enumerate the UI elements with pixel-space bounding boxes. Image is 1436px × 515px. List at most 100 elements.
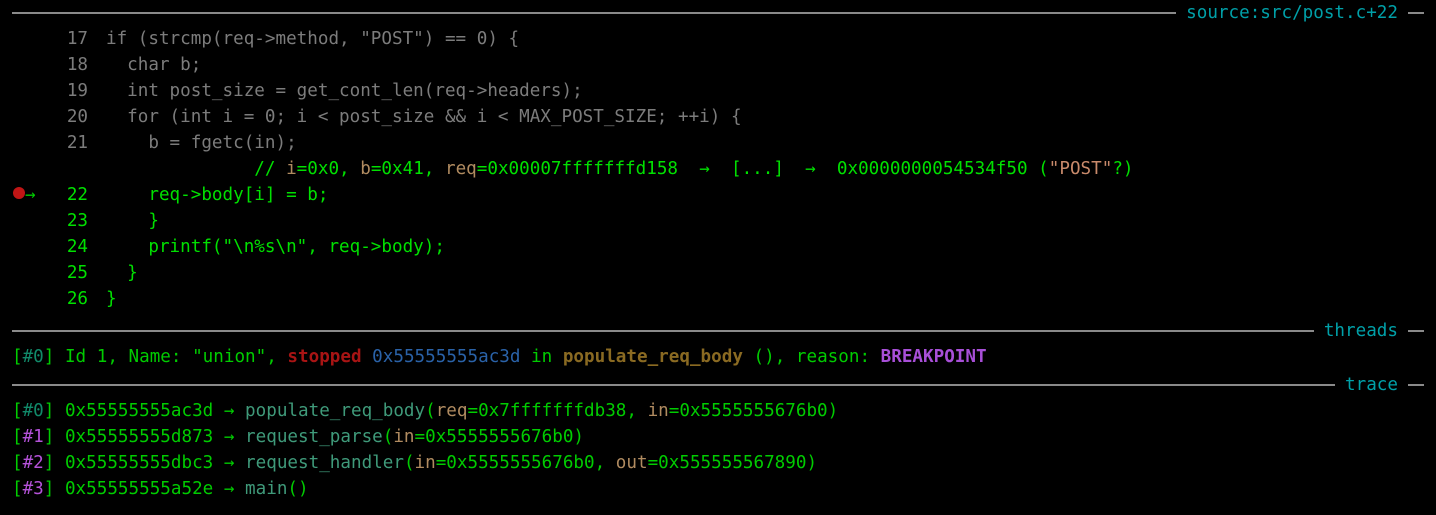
annotation-var-b: b <box>360 159 371 179</box>
frame-param-name: out <box>615 453 648 473</box>
line-source: req->body[i] = b; <box>106 185 329 205</box>
annotation-text: // i=0x0, b=0x41, req=0x00007fffffffd158… <box>106 156 1436 182</box>
frame-param-name: in <box>393 427 415 447</box>
line-number: 19 <box>66 81 88 101</box>
code-line[interactable]: 25 } <box>0 260 1436 286</box>
frame-param-value: =0x5555555676b0, <box>435 453 616 473</box>
frame-close-paren: ) <box>827 401 839 421</box>
stack-frame-row[interactable]: [#1] 0x55555555d873 → request_parse(in=0… <box>0 424 1436 450</box>
thread-reason-label: reason: <box>795 347 881 367</box>
code-line[interactable]: 24 printf("\n%s\n", req->body); <box>0 234 1436 260</box>
thread-index-close: ] <box>43 347 55 367</box>
frame-index-open: [ <box>12 427 23 447</box>
code-line[interactable]: 20 for (int i = 0; i < post_size && i < … <box>0 104 1436 130</box>
frame-index-close: ] <box>43 401 65 421</box>
frame-function-name: request_parse <box>245 427 383 447</box>
annotation-var-i: i <box>286 159 297 179</box>
code-line[interactable]: 26 } <box>0 286 1436 312</box>
frame-param-value: =0x555555567890 <box>647 453 807 473</box>
frame-index-number: #1 <box>22 427 44 447</box>
code-line-current[interactable]: → 22 req->body[i] = b; <box>0 182 1436 208</box>
divider-rule-left <box>12 384 1336 386</box>
thread-function-name: populate_req_body <box>562 347 743 367</box>
frame-arrow-icon: → <box>213 453 246 473</box>
frame-address: 0x55555555d873 <box>64 427 214 447</box>
frame-index-open: [ <box>12 401 23 421</box>
annotation-string-post: "POST" <box>1048 159 1113 179</box>
stack-frame-row[interactable]: [#2] 0x55555555dbc3 → request_handler(in… <box>0 450 1436 476</box>
line-number: 23 <box>66 211 88 231</box>
line-number: 24 <box>66 237 88 257</box>
frame-function-name: request_handler <box>245 453 404 473</box>
annotation-val-i: =0x0, <box>296 159 361 179</box>
thread-status-badge: stopped <box>287 347 362 367</box>
line-source: char b; <box>106 55 202 75</box>
thread-row[interactable]: [#0] Id 1, Name: "union", stopped 0x5555… <box>0 344 1436 370</box>
line-source: for (int i = 0; i < post_size && i < MAX… <box>106 107 742 127</box>
thread-index-number: #0 <box>22 347 44 367</box>
line-number: 22 <box>66 185 88 205</box>
line-number: 18 <box>66 55 88 75</box>
annotation-tail: ?) <box>1112 159 1134 179</box>
frame-open-paren: ( <box>425 401 436 421</box>
line-number: 17 <box>66 29 88 49</box>
frame-arrow-icon: → <box>213 427 246 447</box>
annotation-var-req: req <box>444 159 477 179</box>
divider-rule-left <box>12 12 1177 14</box>
code-line[interactable]: 21 b = fgetc(in); <box>0 130 1436 156</box>
frame-index-close: ] <box>43 453 65 473</box>
code-line[interactable]: 23 } <box>0 208 1436 234</box>
frame-param-name: req <box>435 401 468 421</box>
frame-function-name: populate_req_body <box>245 401 426 421</box>
frame-index-close: ] <box>43 427 65 447</box>
code-line[interactable]: 17 if (strcmp(req->method, "POST") == 0)… <box>0 26 1436 52</box>
frame-index-open: [ <box>12 453 23 473</box>
frame-param-name: in <box>414 453 436 473</box>
source-divider-label: source:src/post.c+22 <box>1186 3 1398 23</box>
frame-param-value: =0x7fffffffdb38, <box>467 401 648 421</box>
bottom-divider <box>0 504 1436 515</box>
frame-close-paren: ) <box>573 427 585 447</box>
line-number: 20 <box>66 107 88 127</box>
code-line[interactable]: 18 char b; <box>0 52 1436 78</box>
frame-arrow-icon: → <box>213 479 246 499</box>
stack-frame-row[interactable]: [#0] 0x55555555ac3d → populate_req_body(… <box>0 398 1436 424</box>
frame-index-close: ] <box>43 479 65 499</box>
line-source: } <box>106 289 117 309</box>
thread-reason-value: BREAKPOINT <box>880 347 987 367</box>
line-source: } <box>106 263 138 283</box>
divider-rule-left <box>12 330 1314 332</box>
source-divider: source:src/post.c+22 <box>0 0 1436 26</box>
current-line-arrow-icon: → <box>25 185 36 205</box>
frame-close-paren: ) <box>806 453 818 473</box>
line-marker-gutter[interactable]: → <box>12 182 36 208</box>
frame-index-number: #3 <box>22 479 44 499</box>
frame-address: 0x55555555a52e <box>64 479 214 499</box>
thread-index-open: [ <box>12 347 23 367</box>
frame-param-value: =0x5555555676b0 <box>414 427 574 447</box>
threads-divider: threads <box>0 318 1436 344</box>
threads-divider-label: threads <box>1323 321 1398 341</box>
thread-in-label: in <box>520 347 563 367</box>
line-number: 25 <box>66 263 88 283</box>
breakpoint-icon[interactable] <box>13 187 25 199</box>
frame-param-value: =0x5555555676b0 <box>668 401 828 421</box>
code-line[interactable]: 19 int post_size = get_cont_len(req->hea… <box>0 78 1436 104</box>
frame-param-name: in <box>647 401 669 421</box>
thread-info: Id 1, Name: "union", <box>54 347 288 367</box>
line-source: int post_size = get_cont_len(req->header… <box>106 81 583 101</box>
frame-index-open: [ <box>12 479 23 499</box>
line-source: } <box>106 211 159 231</box>
trace-divider-label: trace <box>1345 375 1398 395</box>
stack-frame-row[interactable]: [#3] 0x55555555a52e → main() <box>0 476 1436 502</box>
frame-address: 0x55555555dbc3 <box>64 453 214 473</box>
inline-annotation-comment: // i=0x0, b=0x41, req=0x00007fffffffd158… <box>0 156 1436 182</box>
source-code-listing: 17 if (strcmp(req->method, "POST") == 0)… <box>0 26 1436 312</box>
frame-index-number: #0 <box>22 401 44 421</box>
divider-rule-right <box>1408 330 1424 332</box>
comment-slashes: // <box>254 159 287 179</box>
frame-address: 0x55555555ac3d <box>64 401 214 421</box>
thread-args: (), <box>742 347 796 367</box>
frame-open-paren: ( <box>287 479 299 499</box>
